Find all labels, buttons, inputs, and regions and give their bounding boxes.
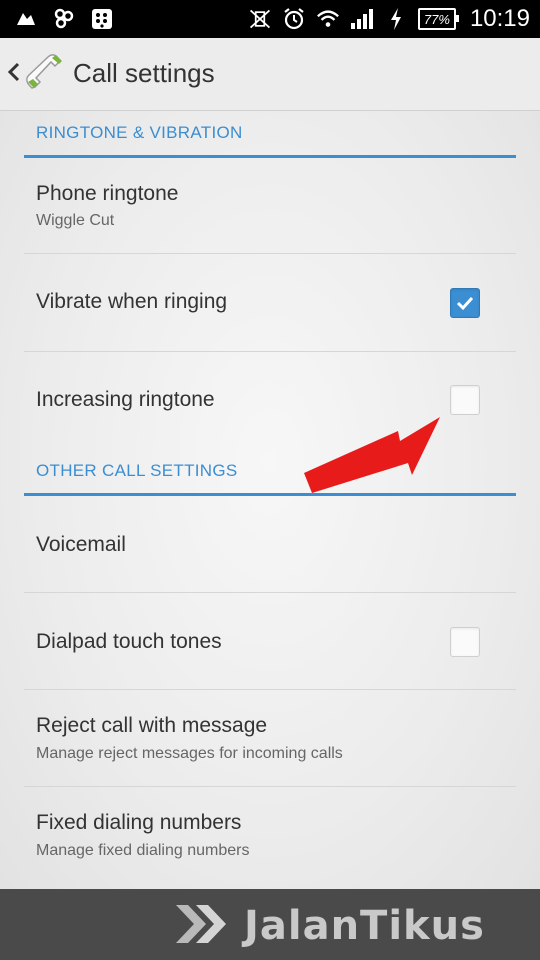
action-bar: Call settings	[0, 38, 540, 111]
charging-icon	[384, 6, 408, 32]
clock: 10:19	[469, 5, 530, 32]
page-title: Call settings	[73, 58, 215, 88]
phone-app-icon[interactable]	[22, 52, 64, 96]
voicemail-row[interactable]: Voicemail	[24, 496, 516, 593]
section-header-label: RINGTONE & VIBRATION	[36, 123, 243, 142]
fixed-dialing-row[interactable]: Fixed dialing numbers Manage fixed diali…	[24, 787, 516, 887]
bbm-icon	[52, 6, 76, 32]
wifi-icon	[316, 6, 340, 32]
increasing-ringtone-checkbox[interactable]	[450, 385, 480, 415]
row-title: Voicemail	[36, 533, 126, 556]
jalantikus-logo-icon	[176, 905, 226, 943]
signal-icon	[350, 6, 374, 32]
alarm-icon	[282, 6, 306, 32]
blackberry-icon	[90, 6, 114, 32]
row-subtitle: Manage reject messages for incoming call…	[36, 745, 343, 762]
row-subtitle: Wiggle Cut	[36, 212, 115, 229]
row-title: Phone ringtone	[36, 182, 179, 205]
recycle-icon	[14, 6, 38, 32]
vibrate-checkbox[interactable]	[450, 288, 480, 318]
row-title: Increasing ringtone	[36, 388, 215, 411]
back-chevron-icon[interactable]	[4, 56, 24, 88]
no-vibrate-icon	[248, 6, 272, 32]
dialpad-touch-tones-row[interactable]: Dialpad touch tones	[24, 593, 516, 690]
row-title: Dialpad touch tones	[36, 630, 222, 653]
dialpad-tones-checkbox[interactable]	[450, 627, 480, 657]
row-title: Fixed dialing numbers	[36, 811, 242, 834]
phone-ringtone-row[interactable]: Phone ringtone Wiggle Cut	[24, 158, 516, 254]
row-title: Vibrate when ringing	[36, 290, 228, 313]
section-header-label: OTHER CALL SETTINGS	[36, 461, 238, 480]
check-icon	[456, 296, 474, 311]
watermark-text: JalanTikus	[244, 903, 485, 949]
battery-indicator: 77%	[417, 8, 459, 30]
red-arrow-annotation	[304, 417, 440, 493]
vibrate-when-ringing-row[interactable]: Vibrate when ringing	[24, 254, 516, 352]
section-header-ringtone: RINGTONE & VIBRATION	[24, 111, 516, 158]
watermark-bar: JalanTikus	[0, 889, 540, 960]
reject-call-row[interactable]: Reject call with message Manage reject m…	[24, 690, 516, 787]
row-subtitle: Manage fixed dialing numbers	[36, 842, 250, 859]
settings-list: RINGTONE & VIBRATION Phone ringtone Wigg…	[0, 111, 540, 889]
row-title: Reject call with message	[36, 714, 268, 737]
status-bar: 77% 10:19	[0, 0, 540, 38]
